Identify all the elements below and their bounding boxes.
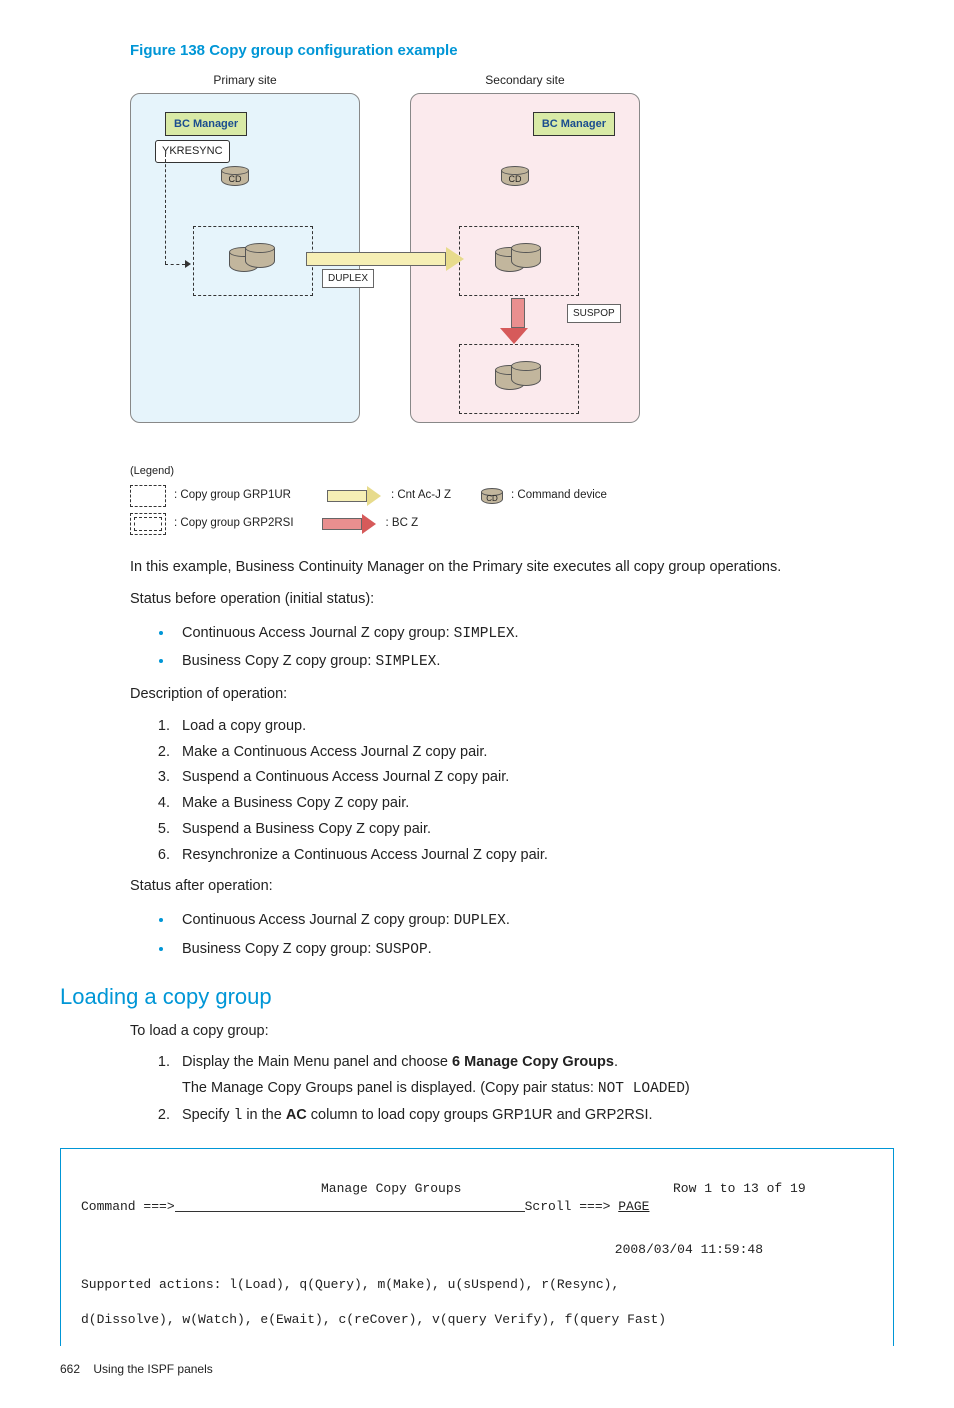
scroll-value[interactable]: PAGE [618,1198,649,1216]
intro-paragraph: In this example, Business Continuity Man… [130,557,894,579]
legend-bcz-label: : BC Z [386,515,419,532]
page-footer: 662 Using the ISPF panels [60,1360,894,1378]
duplex-arrow-icon [306,248,466,270]
grp2rsi-box [459,344,579,414]
page-number: 662 [60,1360,80,1378]
legend-cntacj-label: : Cnt Ac-J Z [391,487,451,504]
list-item: Continuous Access Journal Z copy group: … [174,621,894,646]
terminal-row-info: Row 1 to 13 of 19 [673,1180,873,1198]
status-after-list: Continuous Access Journal Z copy group: … [130,908,894,962]
list-item: Make a Continuous Access Journal Z copy … [174,742,894,764]
figure-title: Figure 138 Copy group configuration exam… [130,40,894,63]
cd-cylinder-primary: CD [221,166,249,186]
cd-cylinder-secondary: CD [501,166,529,186]
scroll-label: Scroll ===> [525,1198,619,1216]
command-input[interactable] [175,1198,525,1212]
list-item: Continuous Access Journal Z copy group: … [174,908,894,933]
list-item: Display the Main Menu panel and choose 6… [174,1052,894,1101]
legend-cmddev-label: : Command device [511,487,607,504]
command-label: Command ===> [81,1198,175,1216]
list-item: Business Copy Z copy group: SIMPLEX. [174,649,894,674]
list-item: Make a Business Copy Z copy pair. [174,793,894,815]
storage-pair-icon [495,243,543,279]
bc-manager-badge-secondary: BC Manager [533,112,615,137]
terminal-timestamp: 2008/03/04 11:59:48 [615,1242,763,1257]
list-item: Suspend a Business Copy Z copy pair. [174,819,894,841]
status-before-list: Continuous Access Journal Z copy group: … [130,621,894,675]
grp1ur-primary-box [193,226,313,296]
bc-manager-badge-primary: BC Manager [165,112,247,137]
primary-site-label: Primary site [130,71,360,89]
grp1ur-secondary-box [459,226,579,296]
list-item: Suspend a Continuous Access Journal Z co… [174,767,894,789]
terminal-actions-line1: Supported actions: l(Load), q(Query), m(… [81,1276,873,1294]
footer-title: Using the ISPF panels [93,1362,212,1376]
section-heading-loading: Loading a copy group [60,980,894,1013]
list-item: Specify l in the AC column to load copy … [174,1105,894,1128]
status-after-label: Status after operation: [130,876,894,898]
legend-yellow-arrow-icon [327,489,383,503]
operation-steps: Load a copy group. Make a Continuous Acc… [130,716,894,867]
terminal-title: Manage Copy Groups [321,1180,673,1198]
legend-cd-cylinder-icon: CD [481,488,503,504]
diagram: Primary site BC Manager YKRESYNC CD [130,71,690,536]
legend-title: (Legend) [130,463,690,480]
legend-grp2-label: : Copy group GRP2RSI [174,515,294,532]
storage-pair-icon [495,361,543,397]
terminal-actions-line2: d(Dissolve), w(Watch), e(Ewait), c(reCov… [81,1311,873,1329]
duplex-tag: DUPLEX [322,269,374,288]
list-item: Resynchronize a Continuous Access Journa… [174,845,894,867]
list-item: Load a copy group. [174,716,894,738]
secondary-site-label: Secondary site [410,71,640,89]
legend-red-arrow-icon [322,517,378,531]
status-before-label: Status before operation (initial status)… [130,589,894,611]
legend: (Legend) : Copy group GRP1UR : Cnt Ac-J … [130,463,690,536]
list-item: Business Copy Z copy group: SUSPOP. [174,937,894,962]
terminal-panel: Manage Copy GroupsRow 1 to 13 of 19 Comm… [60,1148,894,1346]
legend-grp1-label: : Copy group GRP1UR [174,487,291,504]
legend-dashed-box-icon [130,485,166,507]
loading-steps: Display the Main Menu panel and choose 6… [130,1052,894,1127]
desc-label: Description of operation: [130,684,894,706]
loading-lead: To load a copy group: [130,1021,894,1043]
storage-pair-icon [229,243,277,279]
ykresync-badge: YKRESYNC [155,140,230,163]
suspop-tag: SUSPOP [567,304,621,323]
